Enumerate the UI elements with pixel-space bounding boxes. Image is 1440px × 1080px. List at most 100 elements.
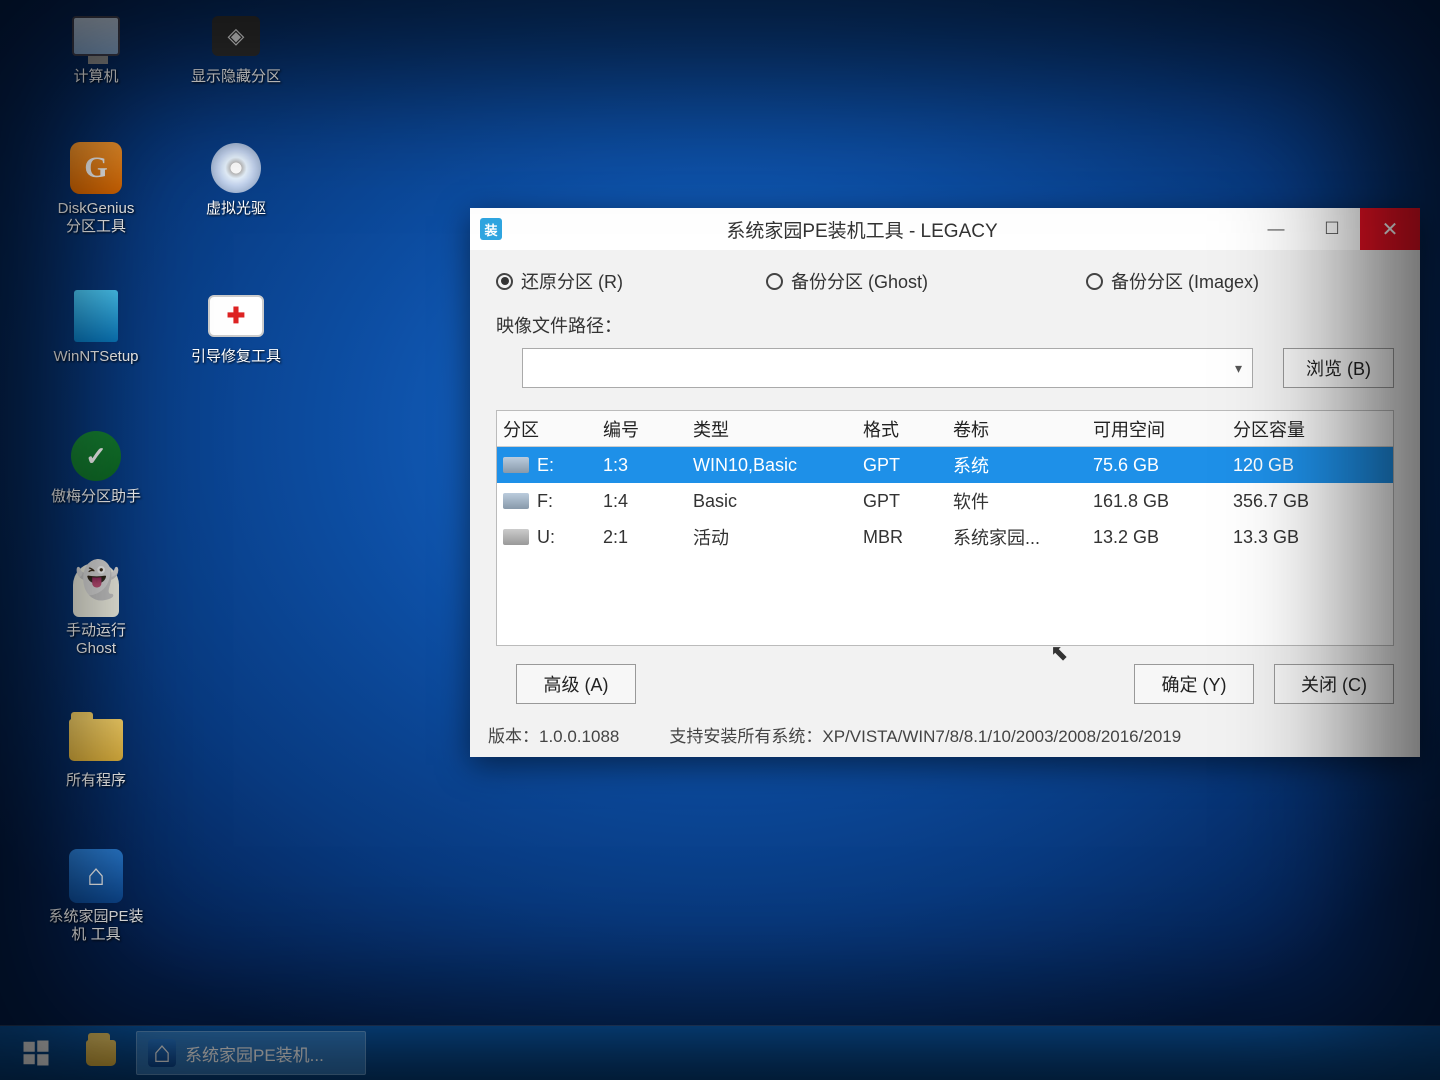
radio-restore-partition[interactable]: 还原分区 (R): [496, 268, 756, 294]
cell-free: 13.2 GB: [1093, 527, 1233, 548]
cell-capacity: 13.3 GB: [1233, 527, 1373, 548]
support-text: 支持安装所有系统：XP/VISTA/WIN7/8/8.1/10/2003/200…: [669, 722, 1181, 747]
desktop-icon-label: 计算机: [36, 68, 156, 86]
cell-number: 1:4: [603, 491, 693, 512]
app-icon: 装: [480, 218, 502, 240]
cell-label: 系统: [953, 452, 1093, 478]
cd-icon: [208, 140, 264, 196]
mode-radio-group: 还原分区 (R) 备份分区 (Ghost) 备份分区 (Imagex): [496, 268, 1394, 294]
windows-icon: [21, 1038, 51, 1068]
desktop-icon-diskgenius[interactable]: G DiskGenius 分区工具: [36, 140, 156, 236]
radio-backup-ghost[interactable]: 备份分区 (Ghost): [766, 268, 1076, 294]
close-button[interactable]: ✕: [1360, 208, 1420, 250]
cell-number: 1:3: [603, 455, 693, 476]
desktop-icon-boot-repair[interactable]: 引导修复工具: [176, 288, 296, 366]
boot-repair-icon: [208, 288, 264, 344]
cell-format: MBR: [863, 527, 953, 548]
pe-installer-icon: [68, 848, 124, 904]
drive-icon: [503, 493, 529, 509]
desktop-icon-label: 引导修复工具: [176, 348, 296, 366]
radio-label: 备份分区 (Ghost): [791, 268, 928, 294]
col-partition: 分区: [503, 416, 603, 442]
desktop-icon-label: WinNTSetup: [36, 348, 156, 366]
table-row[interactable]: F:1:4BasicGPT软件161.8 GB356.7 GB: [497, 483, 1393, 519]
cell-type: Basic: [693, 491, 863, 512]
desktop-icon-virtual-cd[interactable]: 虚拟光驱: [176, 140, 296, 218]
statusbar: 版本：1.0.0.1088 支持安装所有系统：XP/VISTA/WIN7/8/8…: [470, 714, 1420, 757]
version-text: 版本：1.0.0.1088: [488, 722, 619, 747]
drive-icon: [503, 457, 529, 473]
desktop-icon-computer[interactable]: 计算机: [36, 8, 156, 86]
winntsetup-icon: [68, 288, 124, 344]
taskbar: 系统家园PE装机...: [0, 1026, 1440, 1080]
diskgenius-icon: G: [68, 140, 124, 196]
desktop-icon-show-hidden-partition[interactable]: ◈ 显示隐藏分区: [176, 8, 296, 86]
taskbar-item-pe-installer[interactable]: 系统家园PE装机...: [136, 1031, 366, 1075]
ghost-icon: [68, 562, 124, 618]
cell-label: 软件: [953, 488, 1093, 514]
close-dialog-button[interactable]: 关闭 (C): [1274, 664, 1394, 704]
table-row[interactable]: E:1:3WIN10,BasicGPT系统75.6 GB120 GB: [497, 447, 1393, 483]
desktop-icon-pe-installer[interactable]: 系统家园PE装 机 工具: [36, 848, 156, 944]
desktop-icon-label: 手动运行 Ghost: [36, 622, 156, 658]
titlebar[interactable]: 装 系统家园PE装机工具 - LEGACY — ☐ ✕: [470, 208, 1420, 250]
table-row[interactable]: U:2:1活动MBR系统家园...13.2 GB13.3 GB: [497, 519, 1393, 555]
minimize-button[interactable]: —: [1248, 208, 1304, 250]
browse-button[interactable]: 浏览 (B): [1283, 348, 1394, 388]
partition-table: 分区 编号 类型 格式 卷标 可用空间 分区容量 E:1:3WIN10,Basi…: [496, 410, 1394, 646]
desktop-icon-label: 系统家园PE装 机 工具: [36, 908, 156, 944]
radio-label: 备份分区 (Imagex): [1111, 268, 1259, 294]
radio-backup-imagex[interactable]: 备份分区 (Imagex): [1086, 268, 1259, 294]
cell-number: 2:1: [603, 527, 693, 548]
cell-capacity: 120 GB: [1233, 455, 1373, 476]
pe-installer-dialog: 装 系统家园PE装机工具 - LEGACY — ☐ ✕ 还原分区 (R) 备份分…: [470, 208, 1420, 757]
col-number: 编号: [603, 416, 693, 442]
radio-label: 还原分区 (R): [521, 268, 623, 294]
col-label: 卷标: [953, 416, 1093, 442]
col-free: 可用空间: [1093, 416, 1233, 442]
cell-capacity: 356.7 GB: [1233, 491, 1373, 512]
desktop-icon-label: 虚拟光驱: [176, 200, 296, 218]
radio-icon: [496, 273, 513, 290]
col-capacity: 分区容量: [1233, 416, 1373, 442]
desktop-icon-label: 所有程序: [36, 772, 156, 790]
computer-icon: [68, 8, 124, 64]
cell-label: 系统家园...: [953, 524, 1093, 550]
start-button[interactable]: [6, 1029, 66, 1077]
cell-type: 活动: [693, 524, 863, 550]
advanced-button[interactable]: 高级 (A): [516, 664, 636, 704]
partition-icon: ◈: [208, 8, 264, 64]
window-title: 系统家园PE装机工具 - LEGACY: [516, 216, 1248, 243]
cell-format: GPT: [863, 491, 953, 512]
desktop-icon-winntsetup[interactable]: WinNTSetup: [36, 288, 156, 366]
taskbar-file-explorer[interactable]: [76, 1031, 126, 1075]
desktop-icon-label: DiskGenius 分区工具: [36, 200, 156, 236]
cell-type: WIN10,Basic: [693, 455, 863, 476]
aomei-icon: [68, 428, 124, 484]
image-path-combobox[interactable]: ▾: [522, 348, 1253, 388]
image-path-label: 映像文件路径：: [496, 312, 622, 338]
chevron-down-icon: ▾: [1235, 360, 1242, 377]
ok-button[interactable]: 确定 (Y): [1134, 664, 1254, 704]
cell-format: GPT: [863, 455, 953, 476]
radio-icon: [766, 273, 783, 290]
desktop-icon-all-programs[interactable]: 所有程序: [36, 712, 156, 790]
cell-drive: U:: [503, 527, 603, 548]
desktop-icon-aomei[interactable]: 傲梅分区助手: [36, 428, 156, 506]
folder-icon: [68, 712, 124, 768]
col-type: 类型: [693, 416, 863, 442]
cell-drive: E:: [503, 455, 603, 476]
taskbar-item-label: 系统家园PE装机...: [185, 1041, 324, 1066]
maximize-button[interactable]: ☐: [1304, 208, 1360, 250]
table-header: 分区 编号 类型 格式 卷标 可用空间 分区容量: [497, 411, 1393, 447]
folder-icon: [86, 1038, 116, 1068]
cell-free: 161.8 GB: [1093, 491, 1233, 512]
col-format: 格式: [863, 416, 953, 442]
desktop-icon-label: 显示隐藏分区: [176, 68, 296, 86]
cell-free: 75.6 GB: [1093, 455, 1233, 476]
drive-icon: [503, 529, 529, 545]
desktop-icon-label: 傲梅分区助手: [36, 488, 156, 506]
desktop-icon-ghost[interactable]: 手动运行 Ghost: [36, 562, 156, 658]
pe-installer-icon: [147, 1038, 177, 1068]
radio-icon: [1086, 273, 1103, 290]
